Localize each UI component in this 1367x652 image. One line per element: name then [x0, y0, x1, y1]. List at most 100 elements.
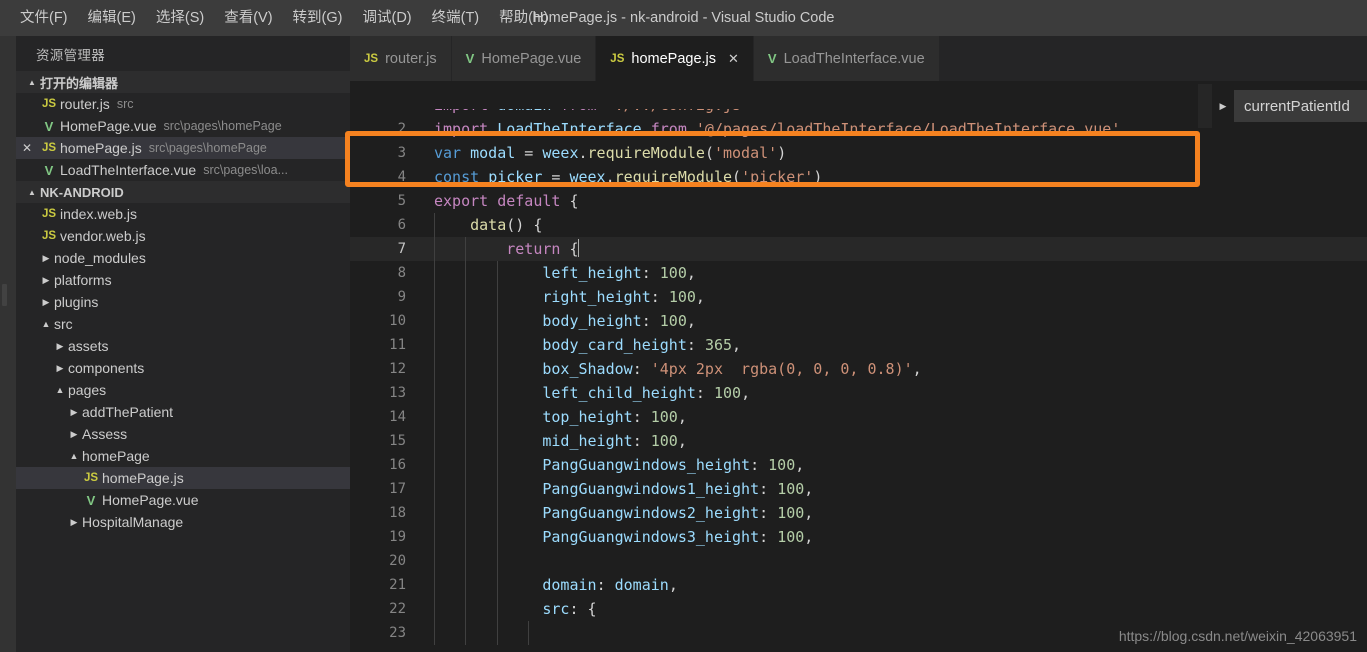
menu-edit[interactable]: 编辑(E) — [78, 5, 146, 31]
close-icon[interactable]: ✕ — [16, 141, 38, 155]
line-number: 5 — [397, 193, 406, 209]
code-token: 100 — [659, 312, 687, 330]
menu-go[interactable]: 转到(G) — [283, 5, 353, 31]
code-line[interactable]: 8 left_height: 100, — [350, 261, 1367, 285]
menu-help[interactable]: 帮助(H) — [489, 5, 558, 31]
code-line[interactable]: 7 return { — [350, 237, 1367, 261]
line-number: 7 — [397, 241, 406, 257]
code-token: PangGuangwindows2_height — [542, 504, 760, 522]
tab-close-icon[interactable]: ✕ — [728, 51, 739, 67]
tree-folder-row[interactable]: ▶ assets — [16, 335, 350, 357]
chevron-down-icon[interactable]: ▲ — [38, 319, 54, 329]
code-token: ( — [704, 144, 714, 162]
code-line[interactable]: 9 right_height: 100, — [350, 285, 1367, 309]
code-line[interactable]: 17 PangGuangwindows1_height: 100, — [350, 477, 1367, 501]
code-line[interactable]: 19 PangGuangwindows3_height: 100, — [350, 525, 1367, 549]
menu-terminal[interactable]: 终端(T) — [422, 5, 490, 31]
tree-folder-row[interactable]: ▶ platforms — [16, 269, 350, 291]
menu-view[interactable]: 查看(V) — [214, 5, 282, 31]
tree-folder-row[interactable]: ▲ pages — [16, 379, 350, 401]
open-editor-item[interactable]: JS router.js src — [16, 93, 350, 115]
chevron-right-icon[interactable]: ▶ — [66, 407, 82, 418]
chevron-right-icon[interactable]: ▶ — [52, 341, 68, 352]
tree-file-row[interactable]: JS vendor.web.js — [16, 225, 350, 247]
project-header[interactable]: ▲ NK-ANDROID — [16, 181, 350, 203]
code-token: , — [695, 288, 705, 306]
tree-file-row[interactable]: V HomePage.vue — [16, 489, 350, 511]
code-text: right_height: 100, — [434, 285, 705, 309]
chevron-right-icon[interactable]: ▶ — [66, 429, 82, 440]
menu-file[interactable]: 文件(F) — [10, 5, 78, 31]
code-text: const picker = weex.requireModule('picke… — [434, 165, 822, 189]
menu-debug[interactable]: 调试(D) — [352, 5, 421, 31]
tree-folder-row[interactable]: ▶ plugins — [16, 291, 350, 313]
code-line[interactable]: 15 mid_height: 100, — [350, 429, 1367, 453]
editor-tab[interactable]: JS homePage.js ✕ — [596, 36, 754, 81]
tree-folder-row[interactable]: ▲ src — [16, 313, 350, 335]
chevron-right-icon[interactable]: ▶ — [38, 297, 54, 308]
code-token: 100 — [777, 528, 805, 546]
tree-item-label: pages — [68, 382, 107, 398]
editor-tab[interactable]: V LoadTheInterface.vue — [753, 36, 940, 81]
tree-folder-row[interactable]: ▶ Assess — [16, 423, 350, 445]
chevron-right-icon[interactable]: ▶ — [38, 253, 54, 264]
activity-bar-scrollbar[interactable] — [2, 284, 7, 306]
line-number: 20 — [389, 553, 406, 569]
code-text: left_height: 100, — [434, 261, 696, 285]
code-line[interactable]: 3 var modal = weex.requireModule('modal') — [350, 141, 1367, 165]
code-token: , — [686, 264, 696, 282]
file-tree: JS index.web.js JS vendor.web.js ▶ node_modul… — [16, 203, 350, 533]
project-name-label: NK-ANDROID — [40, 184, 124, 200]
code-token: 100 — [768, 456, 796, 474]
tree-folder-row[interactable]: ▶ HospitalManage — [16, 511, 350, 533]
suggest-panel[interactable]: ▶ currentPatientId — [1198, 84, 1367, 128]
tree-file-row[interactable]: JS index.web.js — [16, 203, 350, 225]
open-editor-item[interactable]: V HomePage.vue src\pages\homePage — [16, 115, 350, 137]
code-token: : — [759, 504, 778, 522]
open-editor-item[interactable]: V LoadTheInterface.vue src\pages\loa... — [16, 159, 350, 181]
chevron-right-icon[interactable]: ▶ — [52, 363, 68, 374]
code-line[interactable]: 13 left_child_height: 100, — [350, 381, 1367, 405]
menu-selection[interactable]: 选择(S) — [146, 5, 214, 31]
code-line[interactable]: 14 top_height: 100, — [350, 405, 1367, 429]
tree-folder-row[interactable]: ▶ components — [16, 357, 350, 379]
code-line[interactable]: 12 box_Shadow: '4px 2px rgba(0, 0, 0, 0.… — [350, 357, 1367, 381]
editor-tab[interactable]: JS router.js — [350, 36, 452, 81]
code-text: mid_height: 100, — [434, 429, 687, 453]
chevron-right-icon[interactable]: ▶ — [1212, 101, 1234, 112]
suggest-item-currentPatientId[interactable]: currentPatientId — [1234, 90, 1367, 122]
code-line[interactable]: 5 export default { — [350, 189, 1367, 213]
code-line[interactable]: 21 domain: domain, — [350, 573, 1367, 597]
code-line[interactable]: 6 data() { — [350, 213, 1367, 237]
chevron-down-icon[interactable]: ▲ — [52, 385, 68, 395]
open-editors-header[interactable]: ▲ 打开的编辑器 — [16, 71, 350, 93]
code-line[interactable]: 20 — [350, 549, 1367, 573]
code-token: LoadTheInterface — [497, 120, 642, 138]
chevron-down-icon[interactable]: ▲ — [66, 451, 82, 461]
code-line[interactable]: 22 src: { — [350, 597, 1367, 621]
open-editor-item[interactable]: ✕ JS homePage.js src\pages\homePage — [16, 137, 350, 159]
code-line[interactable]: 4 const picker = weex.requireModule('pick… — [350, 165, 1367, 189]
tree-folder-row[interactable]: ▶ node_modules — [16, 247, 350, 269]
tree-folder-row[interactable]: ▶ addThePatient — [16, 401, 350, 423]
chevron-right-icon[interactable]: ▶ — [66, 517, 82, 528]
code-line[interactable]: 10 body_height: 100, — [350, 309, 1367, 333]
tree-folder-row[interactable]: ▲ homePage — [16, 445, 350, 467]
editor-tab[interactable]: V HomePage.vue — [451, 36, 597, 81]
js-file-icon: JS — [41, 230, 57, 242]
code-token: data — [470, 216, 507, 234]
code-line[interactable]: 16 PangGuangwindows_height: 100, — [350, 453, 1367, 477]
chevron-right-icon[interactable]: ▶ — [38, 275, 54, 286]
code-line[interactable]: 11 body_card_height: 365, — [350, 333, 1367, 357]
code-editor[interactable]: 1 import domain from './../config.js' 2 imp… — [350, 109, 1367, 652]
code-token: 100 — [650, 408, 678, 426]
code-token: return — [506, 240, 570, 258]
code-token: 365 — [704, 336, 733, 354]
activity-bar[interactable] — [0, 36, 16, 652]
code-line[interactable]: 18 PangGuangwindows2_height: 100, — [350, 501, 1367, 525]
open-editor-label: homePage.js — [60, 140, 142, 156]
tree-file-row[interactable]: JS homePage.js — [16, 467, 350, 489]
